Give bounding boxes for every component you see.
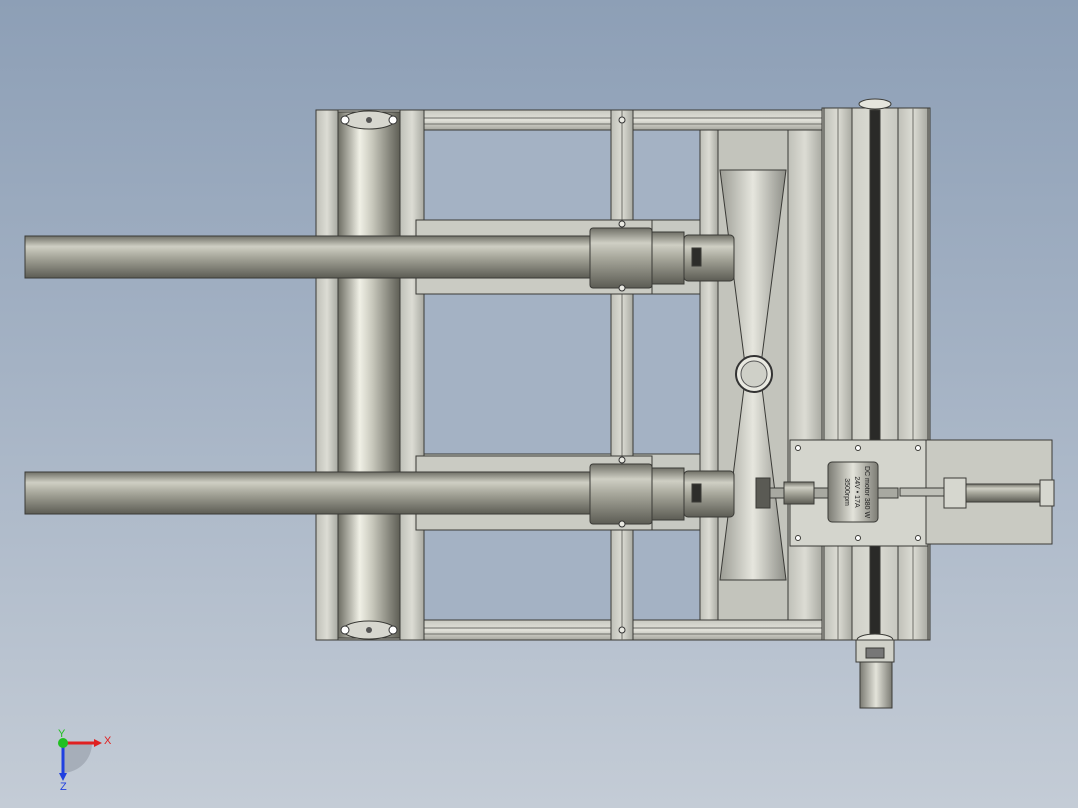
frame-left-rail — [315, 109, 339, 641]
vertical-roller — [337, 110, 401, 640]
z-axis-label: Z — [60, 781, 67, 793]
frame-inner-left-rail — [399, 109, 425, 641]
top-sprocket — [858, 98, 892, 110]
frame-openings — [423, 129, 701, 621]
x-axis-label: X — [104, 735, 112, 747]
motor-label-line2: 24V • 17A — [853, 476, 860, 508]
motor-label-line3: 3500rpm — [843, 478, 850, 506]
y-axis-label: Y — [58, 728, 66, 740]
linear-rail-assembly — [821, 98, 931, 647]
coordinate-triad: X Y Z — [58, 728, 112, 793]
frame-hopper-left-rail — [699, 129, 719, 621]
upper-shaft-tube — [24, 235, 596, 279]
lower-shaft-tube — [24, 471, 596, 515]
shaft-coupling — [783, 481, 815, 505]
drive-chain — [869, 109, 881, 641]
motor-label-line1: DC motor 380 W — [863, 466, 870, 519]
hopper — [717, 129, 789, 621]
cad-model-viewport[interactable]: DC motor 380 W 24V • 17A 3500rpm X Y Z — [0, 0, 1078, 808]
stepper-motor — [855, 639, 895, 709]
drive-gear — [755, 477, 771, 509]
